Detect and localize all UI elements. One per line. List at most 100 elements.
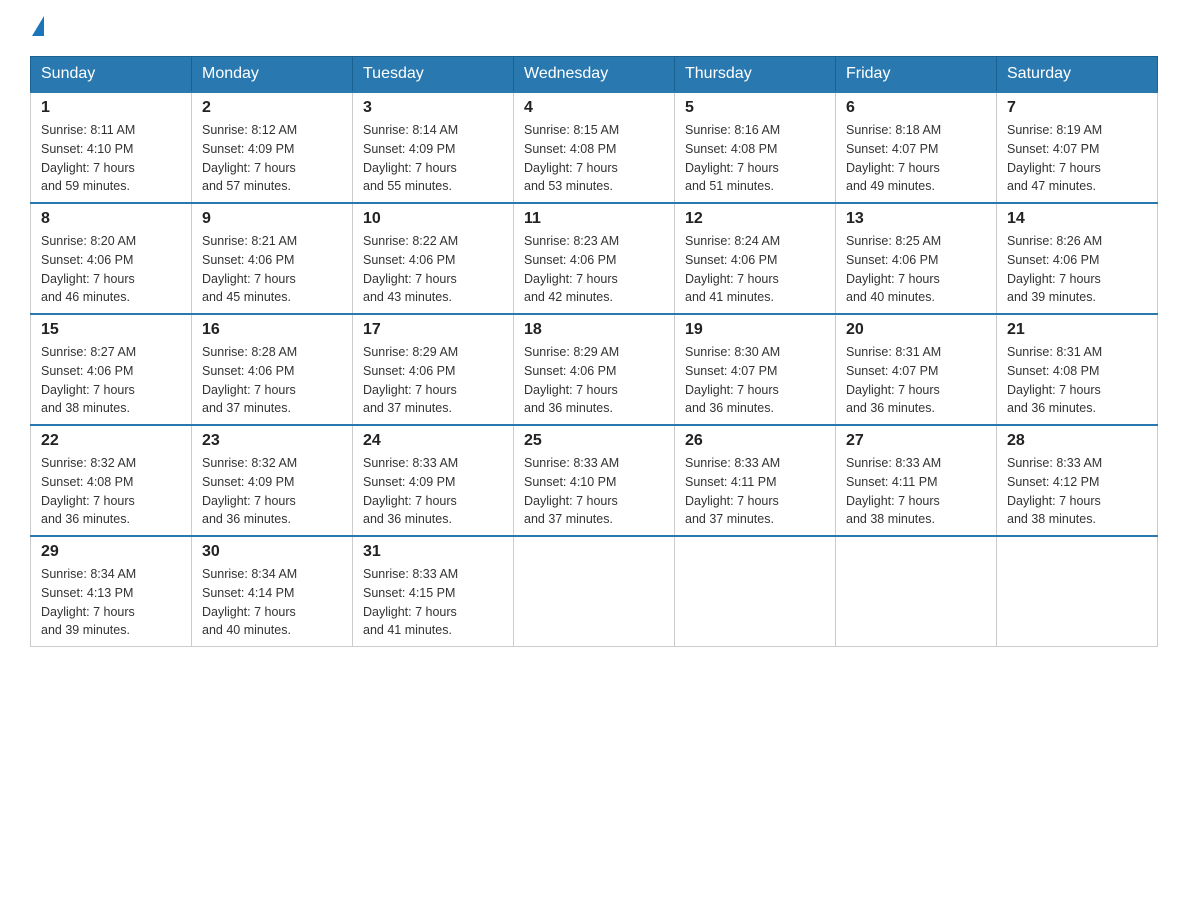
day-info: Sunrise: 8:14 AMSunset: 4:09 PMDaylight:… <box>363 121 503 196</box>
calendar-cell: 30 Sunrise: 8:34 AMSunset: 4:14 PMDayligh… <box>192 536 353 647</box>
calendar-table: SundayMondayTuesdayWednesdayThursdayFrid… <box>30 56 1158 647</box>
day-number: 30 <box>202 543 342 561</box>
header-day-tuesday: Tuesday <box>353 57 514 93</box>
day-info: Sunrise: 8:29 AMSunset: 4:06 PMDaylight:… <box>524 343 664 418</box>
day-info: Sunrise: 8:15 AMSunset: 4:08 PMDaylight:… <box>524 121 664 196</box>
calendar-cell: 29Sunrise: 8:34 AMSunset: 4:13 PMDayligh… <box>31 536 192 647</box>
day-info: Sunrise: 8:33 AMSunset: 4:11 PMDaylight:… <box>846 454 986 529</box>
day-info: Sunrise: 8:28 AMSunset: 4:06 PMDaylight:… <box>202 343 342 418</box>
calendar-cell: 20Sunrise: 8:31 AMSunset: 4:07 PMDayligh… <box>836 314 997 425</box>
day-info: Sunrise: 8:11 AMSunset: 4:10 PMDaylight:… <box>41 121 181 196</box>
logo-triangle-icon <box>32 16 44 36</box>
calendar-cell: 9 Sunrise: 8:21 AMSunset: 4:06 PMDaylight… <box>192 203 353 314</box>
day-info: Sunrise: 8:19 AMSunset: 4:07 PMDaylight:… <box>1007 121 1147 196</box>
day-info: Sunrise: 8:34 AMSunset: 4:14 PMDaylight:… <box>202 565 342 640</box>
calendar-cell: 10Sunrise: 8:22 AMSunset: 4:06 PMDayligh… <box>353 203 514 314</box>
day-number: 4 <box>524 99 664 117</box>
calendar-cell: 24 Sunrise: 8:33 AMSunset: 4:09 PMDayligh… <box>353 425 514 536</box>
day-number: 18 <box>524 321 664 339</box>
day-info: Sunrise: 8:33 AMSunset: 4:10 PMDaylight:… <box>524 454 664 529</box>
day-info: Sunrise: 8:20 AMSunset: 4:06 PMDaylight:… <box>41 232 181 307</box>
calendar-week-3: 15 Sunrise: 8:27 AMSunset: 4:06 PMDayligh… <box>31 314 1158 425</box>
day-info: Sunrise: 8:30 AMSunset: 4:07 PMDaylight:… <box>685 343 825 418</box>
header-day-friday: Friday <box>836 57 997 93</box>
day-info: Sunrise: 8:32 AMSunset: 4:08 PMDaylight:… <box>41 454 181 529</box>
day-number: 10 <box>363 210 503 228</box>
calendar-cell: 6Sunrise: 8:18 AMSunset: 4:07 PMDaylight… <box>836 92 997 203</box>
day-info: Sunrise: 8:21 AMSunset: 4:06 PMDaylight:… <box>202 232 342 307</box>
day-number: 13 <box>846 210 986 228</box>
header-day-saturday: Saturday <box>997 57 1158 93</box>
calendar-cell: 17Sunrise: 8:29 AMSunset: 4:06 PMDayligh… <box>353 314 514 425</box>
header-day-thursday: Thursday <box>675 57 836 93</box>
day-number: 5 <box>685 99 825 117</box>
day-info: Sunrise: 8:12 AMSunset: 4:09 PMDaylight:… <box>202 121 342 196</box>
calendar-cell: 8Sunrise: 8:20 AMSunset: 4:06 PMDaylight… <box>31 203 192 314</box>
day-number: 19 <box>685 321 825 339</box>
calendar-cell: 13Sunrise: 8:25 AMSunset: 4:06 PMDayligh… <box>836 203 997 314</box>
calendar-body: 1 Sunrise: 8:11 AMSunset: 4:10 PMDaylight… <box>31 92 1158 647</box>
calendar-cell: 18 Sunrise: 8:29 AMSunset: 4:06 PMDayligh… <box>514 314 675 425</box>
calendar-cell: 11 Sunrise: 8:23 AMSunset: 4:06 PMDayligh… <box>514 203 675 314</box>
header-day-sunday: Sunday <box>31 57 192 93</box>
day-info: Sunrise: 8:31 AMSunset: 4:07 PMDaylight:… <box>846 343 986 418</box>
day-number: 3 <box>363 99 503 117</box>
day-number: 28 <box>1007 432 1147 450</box>
calendar-cell: 21 Sunrise: 8:31 AMSunset: 4:08 PMDayligh… <box>997 314 1158 425</box>
calendar-week-4: 22 Sunrise: 8:32 AMSunset: 4:08 PMDayligh… <box>31 425 1158 536</box>
calendar-cell <box>997 536 1158 647</box>
calendar-cell: 31 Sunrise: 8:33 AMSunset: 4:15 PMDayligh… <box>353 536 514 647</box>
day-number: 31 <box>363 543 503 561</box>
calendar-cell: 19 Sunrise: 8:30 AMSunset: 4:07 PMDayligh… <box>675 314 836 425</box>
calendar-week-5: 29Sunrise: 8:34 AMSunset: 4:13 PMDayligh… <box>31 536 1158 647</box>
day-info: Sunrise: 8:23 AMSunset: 4:06 PMDaylight:… <box>524 232 664 307</box>
calendar-cell: 28 Sunrise: 8:33 AMSunset: 4:12 PMDayligh… <box>997 425 1158 536</box>
calendar-cell <box>675 536 836 647</box>
day-info: Sunrise: 8:27 AMSunset: 4:06 PMDaylight:… <box>41 343 181 418</box>
day-info: Sunrise: 8:31 AMSunset: 4:08 PMDaylight:… <box>1007 343 1147 418</box>
calendar-cell: 15 Sunrise: 8:27 AMSunset: 4:06 PMDayligh… <box>31 314 192 425</box>
day-info: Sunrise: 8:34 AMSunset: 4:13 PMDaylight:… <box>41 565 181 640</box>
calendar-cell: 2 Sunrise: 8:12 AMSunset: 4:09 PMDaylight… <box>192 92 353 203</box>
calendar-cell: 27Sunrise: 8:33 AMSunset: 4:11 PMDayligh… <box>836 425 997 536</box>
day-info: Sunrise: 8:33 AMSunset: 4:11 PMDaylight:… <box>685 454 825 529</box>
calendar-cell <box>836 536 997 647</box>
calendar-cell: 3 Sunrise: 8:14 AMSunset: 4:09 PMDaylight… <box>353 92 514 203</box>
header-day-monday: Monday <box>192 57 353 93</box>
day-number: 1 <box>41 99 181 117</box>
calendar-cell: 1 Sunrise: 8:11 AMSunset: 4:10 PMDaylight… <box>31 92 192 203</box>
day-number: 22 <box>41 432 181 450</box>
day-number: 2 <box>202 99 342 117</box>
day-number: 11 <box>524 210 664 228</box>
day-number: 15 <box>41 321 181 339</box>
day-info: Sunrise: 8:33 AMSunset: 4:15 PMDaylight:… <box>363 565 503 640</box>
day-info: Sunrise: 8:33 AMSunset: 4:09 PMDaylight:… <box>363 454 503 529</box>
day-info: Sunrise: 8:32 AMSunset: 4:09 PMDaylight:… <box>202 454 342 529</box>
calendar-cell: 25Sunrise: 8:33 AMSunset: 4:10 PMDayligh… <box>514 425 675 536</box>
calendar-cell: 14 Sunrise: 8:26 AMSunset: 4:06 PMDayligh… <box>997 203 1158 314</box>
calendar-week-1: 1 Sunrise: 8:11 AMSunset: 4:10 PMDaylight… <box>31 92 1158 203</box>
calendar-cell <box>514 536 675 647</box>
calendar-cell: 23 Sunrise: 8:32 AMSunset: 4:09 PMDayligh… <box>192 425 353 536</box>
day-number: 26 <box>685 432 825 450</box>
day-number: 14 <box>1007 210 1147 228</box>
logo <box>30 20 44 36</box>
day-number: 17 <box>363 321 503 339</box>
day-info: Sunrise: 8:26 AMSunset: 4:06 PMDaylight:… <box>1007 232 1147 307</box>
day-info: Sunrise: 8:24 AMSunset: 4:06 PMDaylight:… <box>685 232 825 307</box>
day-info: Sunrise: 8:33 AMSunset: 4:12 PMDaylight:… <box>1007 454 1147 529</box>
day-number: 21 <box>1007 321 1147 339</box>
page-header <box>30 20 1158 36</box>
calendar-cell: 7 Sunrise: 8:19 AMSunset: 4:07 PMDaylight… <box>997 92 1158 203</box>
calendar-week-2: 8Sunrise: 8:20 AMSunset: 4:06 PMDaylight… <box>31 203 1158 314</box>
day-info: Sunrise: 8:18 AMSunset: 4:07 PMDaylight:… <box>846 121 986 196</box>
day-info: Sunrise: 8:16 AMSunset: 4:08 PMDaylight:… <box>685 121 825 196</box>
day-number: 9 <box>202 210 342 228</box>
day-number: 12 <box>685 210 825 228</box>
day-number: 7 <box>1007 99 1147 117</box>
day-number: 16 <box>202 321 342 339</box>
calendar-cell: 26 Sunrise: 8:33 AMSunset: 4:11 PMDayligh… <box>675 425 836 536</box>
day-number: 24 <box>363 432 503 450</box>
calendar-cell: 12 Sunrise: 8:24 AMSunset: 4:06 PMDayligh… <box>675 203 836 314</box>
day-number: 23 <box>202 432 342 450</box>
